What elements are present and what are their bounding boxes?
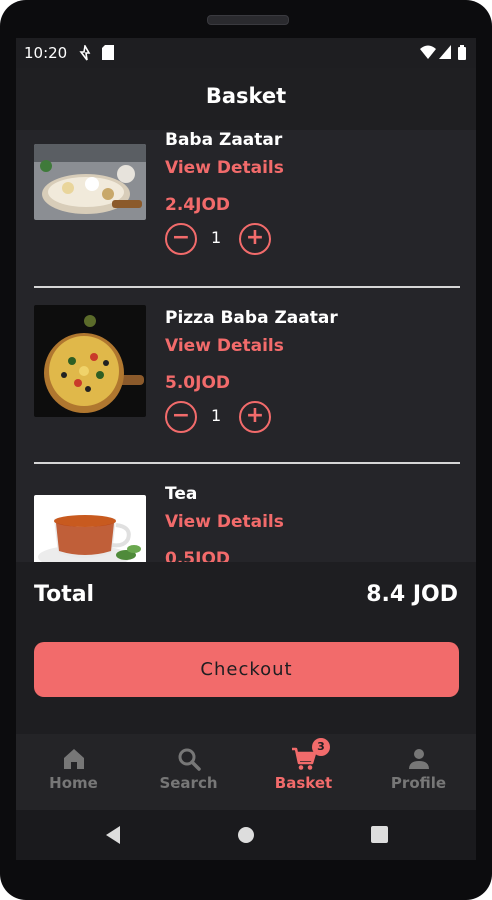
- view-details-link[interactable]: View Details: [165, 336, 284, 356]
- page-title: Basket: [205, 84, 287, 108]
- decrease-quantity-button[interactable]: −: [165, 223, 197, 255]
- status-bar: 10:20: [16, 38, 476, 68]
- basket-list[interactable]: Baba Zaatar View Details 2.4JOD − 1 + Pi…: [16, 130, 476, 562]
- item-name: Baba Zaatar: [165, 130, 283, 150]
- nav-label: Basket: [274, 774, 333, 792]
- product-image[interactable]: [34, 144, 146, 220]
- product-image[interactable]: [34, 495, 146, 562]
- item-name: Pizza Baba Zaatar: [165, 308, 338, 328]
- product-image[interactable]: [34, 305, 146, 417]
- app-header: Basket: [16, 68, 476, 130]
- view-details-link[interactable]: View Details: [165, 512, 284, 532]
- nav-label: Profile: [390, 774, 447, 792]
- system-nav-bar: [16, 810, 476, 860]
- home-icon: [64, 749, 84, 769]
- total-amount: 8.4 JOD: [366, 582, 458, 607]
- basket-item: Tea View Details 0.5JOD: [16, 472, 476, 562]
- quantity-value: 1: [211, 406, 222, 425]
- basket-item: Baba Zaatar View Details 2.4JOD − 1 +: [16, 130, 476, 278]
- nav-label: Search: [159, 774, 218, 792]
- status-time: 10:20: [24, 44, 68, 62]
- back-icon[interactable]: [104, 825, 122, 845]
- increase-quantity-button[interactable]: +: [239, 223, 271, 255]
- divider: [34, 286, 460, 288]
- item-price: 5.0JOD: [165, 373, 231, 393]
- bottom-nav: Home Search 3 Basket Profile: [16, 734, 476, 810]
- total-row: Total 8.4 JOD: [34, 582, 458, 614]
- cart-count-badge: 3: [312, 738, 330, 756]
- battery-icon: [458, 45, 466, 60]
- increase-quantity-button[interactable]: +: [239, 401, 271, 433]
- checkout-button[interactable]: Checkout: [34, 642, 459, 697]
- nav-item-home[interactable]: Home: [16, 734, 131, 810]
- speaker-grille: [207, 15, 289, 25]
- nav-item-search[interactable]: Search: [131, 734, 246, 810]
- nav-item-profile[interactable]: Profile: [361, 734, 476, 810]
- home-circle-icon[interactable]: [237, 826, 255, 844]
- nav-label: Home: [49, 774, 98, 792]
- view-details-link[interactable]: View Details: [165, 158, 284, 178]
- nav-item-basket[interactable]: 3 Basket: [246, 734, 361, 810]
- wifi-icon: [420, 45, 436, 59]
- person-icon: [409, 749, 429, 769]
- quantity-value: 1: [211, 228, 222, 247]
- data-saver-icon: [79, 45, 91, 61]
- signal-icon: [439, 45, 451, 59]
- item-price: 0.5JOD: [165, 549, 231, 562]
- app-screen: 10:20 Basket Baba Zaatar View Details 2.…: [16, 38, 476, 860]
- item-name: Tea: [165, 484, 198, 504]
- decrease-quantity-button[interactable]: −: [165, 401, 197, 433]
- recents-icon[interactable]: [371, 826, 388, 843]
- sd-card-icon: [102, 45, 114, 60]
- basket-item: Pizza Baba Zaatar View Details 5.0JOD − …: [16, 296, 476, 456]
- divider: [34, 462, 460, 464]
- device-frame: 10:20 Basket Baba Zaatar View Details 2.…: [0, 0, 492, 900]
- search-icon: [178, 748, 201, 771]
- total-label: Total: [34, 582, 95, 607]
- item-price: 2.4JOD: [165, 195, 231, 215]
